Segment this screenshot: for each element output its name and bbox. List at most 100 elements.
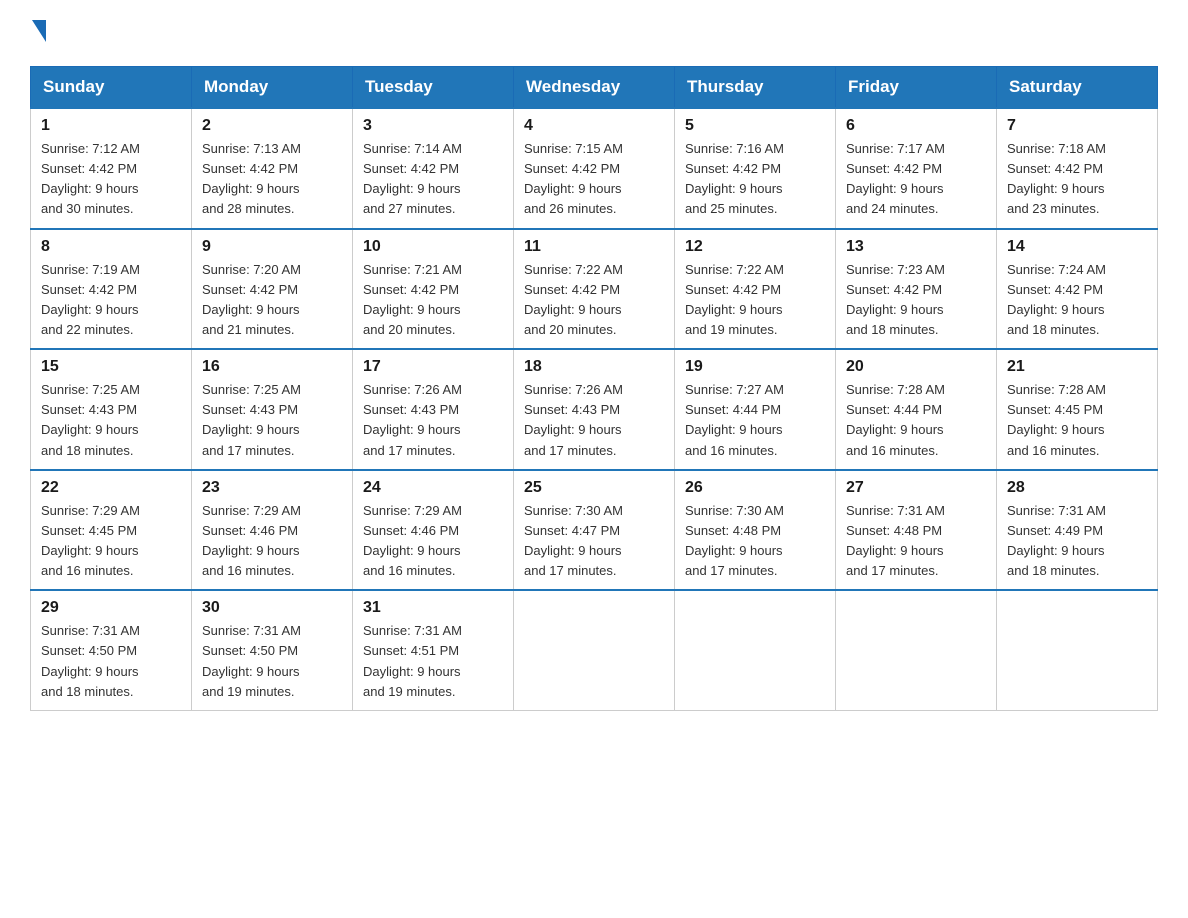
cell-day-number: 23 [202, 479, 342, 497]
cell-day-number: 29 [41, 599, 181, 617]
calendar-cell: 8 Sunrise: 7:19 AMSunset: 4:42 PMDayligh… [31, 229, 192, 350]
logo-arrow-icon [32, 20, 46, 42]
cell-day-number: 11 [524, 238, 664, 256]
cell-day-number: 4 [524, 117, 664, 135]
cell-day-number: 16 [202, 358, 342, 376]
weekday-header-row: SundayMondayTuesdayWednesdayThursdayFrid… [31, 67, 1158, 109]
cell-info: Sunrise: 7:19 AMSunset: 4:42 PMDaylight:… [41, 260, 181, 341]
cell-info: Sunrise: 7:25 AMSunset: 4:43 PMDaylight:… [41, 380, 181, 461]
calendar-cell: 24 Sunrise: 7:29 AMSunset: 4:46 PMDaylig… [353, 470, 514, 591]
calendar-cell: 1 Sunrise: 7:12 AMSunset: 4:42 PMDayligh… [31, 108, 192, 229]
cell-day-number: 2 [202, 117, 342, 135]
cell-info: Sunrise: 7:29 AMSunset: 4:46 PMDaylight:… [363, 501, 503, 582]
calendar-cell: 13 Sunrise: 7:23 AMSunset: 4:42 PMDaylig… [836, 229, 997, 350]
calendar-cell [997, 590, 1158, 710]
cell-info: Sunrise: 7:18 AMSunset: 4:42 PMDaylight:… [1007, 139, 1147, 220]
cell-info: Sunrise: 7:29 AMSunset: 4:46 PMDaylight:… [202, 501, 342, 582]
cell-day-number: 8 [41, 238, 181, 256]
calendar-cell [514, 590, 675, 710]
calendar-cell: 11 Sunrise: 7:22 AMSunset: 4:42 PMDaylig… [514, 229, 675, 350]
cell-info: Sunrise: 7:12 AMSunset: 4:42 PMDaylight:… [41, 139, 181, 220]
calendar-cell: 27 Sunrise: 7:31 AMSunset: 4:48 PMDaylig… [836, 470, 997, 591]
header-thursday: Thursday [675, 67, 836, 109]
header-wednesday: Wednesday [514, 67, 675, 109]
calendar-cell: 4 Sunrise: 7:15 AMSunset: 4:42 PMDayligh… [514, 108, 675, 229]
calendar-cell: 19 Sunrise: 7:27 AMSunset: 4:44 PMDaylig… [675, 349, 836, 470]
cell-info: Sunrise: 7:22 AMSunset: 4:42 PMDaylight:… [685, 260, 825, 341]
cell-day-number: 19 [685, 358, 825, 376]
cell-info: Sunrise: 7:31 AMSunset: 4:51 PMDaylight:… [363, 621, 503, 702]
cell-info: Sunrise: 7:31 AMSunset: 4:48 PMDaylight:… [846, 501, 986, 582]
page-header [30, 20, 1158, 46]
calendar-week-row: 15 Sunrise: 7:25 AMSunset: 4:43 PMDaylig… [31, 349, 1158, 470]
calendar-cell: 29 Sunrise: 7:31 AMSunset: 4:50 PMDaylig… [31, 590, 192, 710]
calendar-cell: 20 Sunrise: 7:28 AMSunset: 4:44 PMDaylig… [836, 349, 997, 470]
cell-info: Sunrise: 7:26 AMSunset: 4:43 PMDaylight:… [363, 380, 503, 461]
cell-day-number: 3 [363, 117, 503, 135]
cell-day-number: 31 [363, 599, 503, 617]
cell-day-number: 18 [524, 358, 664, 376]
calendar-cell: 23 Sunrise: 7:29 AMSunset: 4:46 PMDaylig… [192, 470, 353, 591]
calendar-cell: 3 Sunrise: 7:14 AMSunset: 4:42 PMDayligh… [353, 108, 514, 229]
cell-info: Sunrise: 7:14 AMSunset: 4:42 PMDaylight:… [363, 139, 503, 220]
cell-info: Sunrise: 7:27 AMSunset: 4:44 PMDaylight:… [685, 380, 825, 461]
cell-day-number: 22 [41, 479, 181, 497]
cell-day-number: 25 [524, 479, 664, 497]
calendar-header: SundayMondayTuesdayWednesdayThursdayFrid… [31, 67, 1158, 109]
header-monday: Monday [192, 67, 353, 109]
cell-info: Sunrise: 7:30 AMSunset: 4:48 PMDaylight:… [685, 501, 825, 582]
cell-day-number: 13 [846, 238, 986, 256]
cell-day-number: 1 [41, 117, 181, 135]
cell-day-number: 21 [1007, 358, 1147, 376]
cell-info: Sunrise: 7:28 AMSunset: 4:44 PMDaylight:… [846, 380, 986, 461]
calendar-week-row: 22 Sunrise: 7:29 AMSunset: 4:45 PMDaylig… [31, 470, 1158, 591]
calendar-week-row: 8 Sunrise: 7:19 AMSunset: 4:42 PMDayligh… [31, 229, 1158, 350]
cell-day-number: 6 [846, 117, 986, 135]
cell-info: Sunrise: 7:29 AMSunset: 4:45 PMDaylight:… [41, 501, 181, 582]
cell-info: Sunrise: 7:16 AMSunset: 4:42 PMDaylight:… [685, 139, 825, 220]
cell-info: Sunrise: 7:25 AMSunset: 4:43 PMDaylight:… [202, 380, 342, 461]
cell-day-number: 12 [685, 238, 825, 256]
calendar-cell: 28 Sunrise: 7:31 AMSunset: 4:49 PMDaylig… [997, 470, 1158, 591]
header-tuesday: Tuesday [353, 67, 514, 109]
cell-info: Sunrise: 7:13 AMSunset: 4:42 PMDaylight:… [202, 139, 342, 220]
calendar-body: 1 Sunrise: 7:12 AMSunset: 4:42 PMDayligh… [31, 108, 1158, 710]
calendar-cell: 15 Sunrise: 7:25 AMSunset: 4:43 PMDaylig… [31, 349, 192, 470]
cell-day-number: 9 [202, 238, 342, 256]
cell-day-number: 15 [41, 358, 181, 376]
cell-info: Sunrise: 7:21 AMSunset: 4:42 PMDaylight:… [363, 260, 503, 341]
calendar-cell: 6 Sunrise: 7:17 AMSunset: 4:42 PMDayligh… [836, 108, 997, 229]
cell-day-number: 30 [202, 599, 342, 617]
cell-day-number: 7 [1007, 117, 1147, 135]
calendar-cell: 31 Sunrise: 7:31 AMSunset: 4:51 PMDaylig… [353, 590, 514, 710]
calendar-cell: 14 Sunrise: 7:24 AMSunset: 4:42 PMDaylig… [997, 229, 1158, 350]
cell-info: Sunrise: 7:31 AMSunset: 4:50 PMDaylight:… [41, 621, 181, 702]
calendar-cell: 17 Sunrise: 7:26 AMSunset: 4:43 PMDaylig… [353, 349, 514, 470]
calendar-table: SundayMondayTuesdayWednesdayThursdayFrid… [30, 66, 1158, 711]
cell-info: Sunrise: 7:26 AMSunset: 4:43 PMDaylight:… [524, 380, 664, 461]
calendar-cell: 2 Sunrise: 7:13 AMSunset: 4:42 PMDayligh… [192, 108, 353, 229]
cell-info: Sunrise: 7:15 AMSunset: 4:42 PMDaylight:… [524, 139, 664, 220]
calendar-cell: 26 Sunrise: 7:30 AMSunset: 4:48 PMDaylig… [675, 470, 836, 591]
cell-info: Sunrise: 7:31 AMSunset: 4:50 PMDaylight:… [202, 621, 342, 702]
cell-info: Sunrise: 7:30 AMSunset: 4:47 PMDaylight:… [524, 501, 664, 582]
cell-day-number: 14 [1007, 238, 1147, 256]
cell-day-number: 5 [685, 117, 825, 135]
calendar-cell: 7 Sunrise: 7:18 AMSunset: 4:42 PMDayligh… [997, 108, 1158, 229]
calendar-week-row: 29 Sunrise: 7:31 AMSunset: 4:50 PMDaylig… [31, 590, 1158, 710]
cell-info: Sunrise: 7:24 AMSunset: 4:42 PMDaylight:… [1007, 260, 1147, 341]
calendar-cell: 10 Sunrise: 7:21 AMSunset: 4:42 PMDaylig… [353, 229, 514, 350]
calendar-week-row: 1 Sunrise: 7:12 AMSunset: 4:42 PMDayligh… [31, 108, 1158, 229]
cell-info: Sunrise: 7:28 AMSunset: 4:45 PMDaylight:… [1007, 380, 1147, 461]
cell-day-number: 17 [363, 358, 503, 376]
cell-day-number: 10 [363, 238, 503, 256]
cell-info: Sunrise: 7:31 AMSunset: 4:49 PMDaylight:… [1007, 501, 1147, 582]
cell-day-number: 26 [685, 479, 825, 497]
header-saturday: Saturday [997, 67, 1158, 109]
cell-day-number: 24 [363, 479, 503, 497]
header-sunday: Sunday [31, 67, 192, 109]
calendar-cell: 18 Sunrise: 7:26 AMSunset: 4:43 PMDaylig… [514, 349, 675, 470]
calendar-cell: 21 Sunrise: 7:28 AMSunset: 4:45 PMDaylig… [997, 349, 1158, 470]
cell-info: Sunrise: 7:22 AMSunset: 4:42 PMDaylight:… [524, 260, 664, 341]
cell-day-number: 27 [846, 479, 986, 497]
